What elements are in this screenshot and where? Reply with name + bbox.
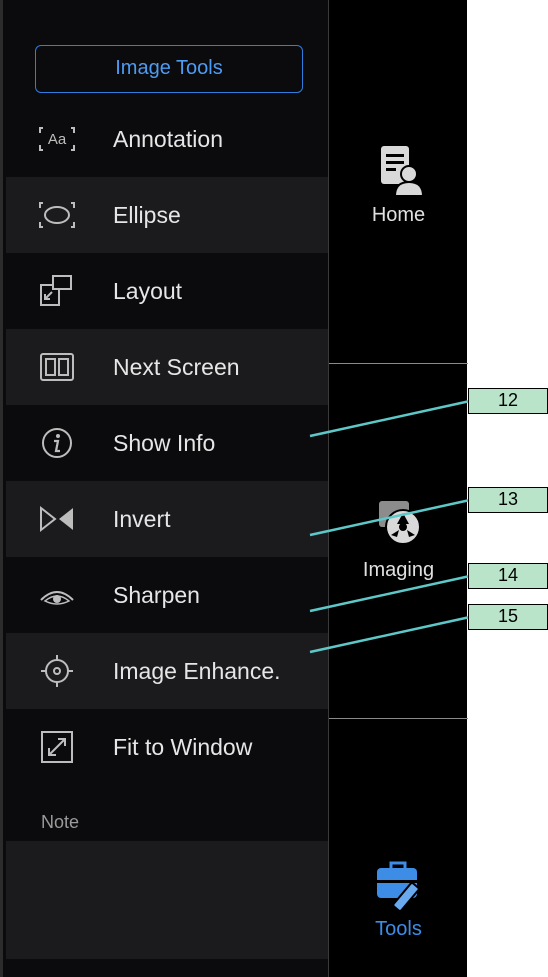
- menu-item-fit-to-window[interactable]: Fit to Window: [6, 709, 328, 785]
- imaging-icon: [371, 497, 427, 553]
- nav-item-tools[interactable]: Tools: [329, 856, 468, 941]
- menu-item-next-screen[interactable]: Next Screen: [6, 329, 328, 405]
- nav-label-imaging: Imaging: [362, 559, 435, 581]
- ellipse-icon: [38, 196, 76, 234]
- nav-divider: [329, 718, 468, 719]
- callout-15: 15: [468, 604, 548, 630]
- layout-icon: [38, 272, 76, 310]
- svg-text:Aa: Aa: [48, 131, 67, 148]
- toolbox-icon: [371, 856, 427, 912]
- fit-window-icon: [38, 728, 76, 766]
- next-screen-icon: [38, 348, 76, 386]
- menu-item-ellipse[interactable]: Ellipse: [6, 177, 328, 253]
- image-tools-panel: Image Tools Aa Annotation Ellipse Layout…: [0, 0, 328, 977]
- menu-item-label: Image Enhance.: [113, 657, 281, 684]
- callout-12: 12: [468, 388, 548, 414]
- menu-item-label: Sharpen: [113, 581, 200, 608]
- menu-item-show-info[interactable]: Show Info: [6, 405, 328, 481]
- callout-14: 14: [468, 563, 548, 589]
- home-document-user-icon: [371, 142, 427, 198]
- menu-item-label: Annotation: [113, 125, 223, 152]
- menu-item-label: Invert: [113, 505, 171, 532]
- menu-item-image-enhance[interactable]: Image Enhance.: [6, 633, 328, 709]
- invert-icon: [38, 500, 76, 538]
- nav-label-home: Home: [371, 204, 426, 226]
- menu-item-label: Next Screen: [113, 353, 240, 380]
- nav-divider: [329, 363, 468, 364]
- nav-item-imaging[interactable]: Imaging: [329, 497, 468, 582]
- menu-item-sharpen[interactable]: Sharpen: [6, 557, 328, 633]
- image-tools-header-button[interactable]: Image Tools: [35, 45, 303, 93]
- menu-item-label: Ellipse: [113, 201, 181, 228]
- menu-item-label: Fit to Window: [113, 733, 253, 760]
- note-text-area[interactable]: [6, 841, 328, 959]
- eye-icon: [38, 576, 76, 614]
- menu-item-annotation[interactable]: Aa Annotation: [6, 101, 328, 177]
- main-nav-panel: Home Imaging Tools: [328, 0, 468, 977]
- menu-item-label: Show Info: [113, 429, 216, 456]
- info-icon: [38, 424, 76, 462]
- menu-item-invert[interactable]: Invert: [6, 481, 328, 557]
- target-icon: [38, 652, 76, 690]
- callout-13: 13: [468, 487, 548, 513]
- menu-item-label: Layout: [113, 277, 183, 304]
- menu-item-layout[interactable]: Layout: [6, 253, 328, 329]
- annotation-icon: Aa: [38, 120, 76, 158]
- note-label: Note: [41, 812, 80, 832]
- nav-label-tools: Tools: [375, 918, 422, 940]
- nav-item-home[interactable]: Home: [329, 142, 468, 227]
